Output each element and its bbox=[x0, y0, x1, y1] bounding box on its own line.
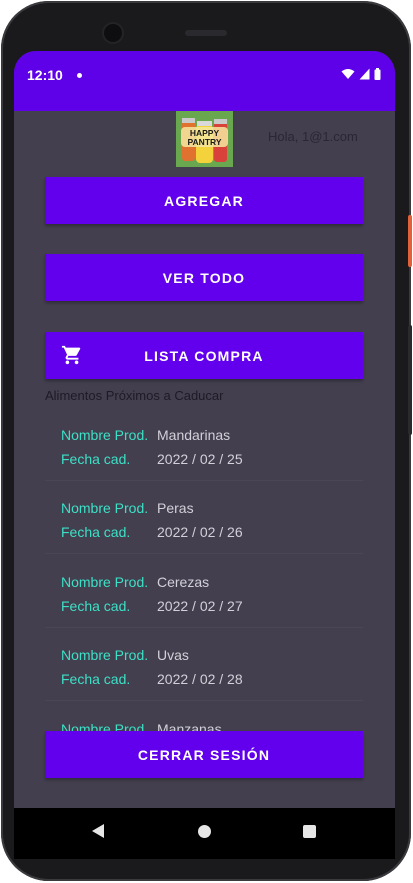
list-item[interactable]: Nombre Prod. Manzanas bbox=[45, 705, 363, 731]
app-logo: HAPPY PANTRY bbox=[176, 111, 233, 167]
item-date-label: Fecha cad. bbox=[61, 524, 131, 540]
item-name-label: Nombre Prod. bbox=[61, 427, 149, 443]
add-button-label: AGREGAR bbox=[164, 192, 244, 209]
item-date-label: Fecha cad. bbox=[61, 671, 131, 687]
item-date: 2022 / 02 / 26 bbox=[157, 524, 243, 540]
item-divider bbox=[45, 700, 363, 701]
pantry-jars-icon: HAPPY PANTRY bbox=[176, 111, 233, 167]
item-name-label: Nombre Prod. bbox=[61, 500, 149, 516]
list-item[interactable]: Nombre Prod. Uvas Fecha cad. 2022 / 02 / 2… bbox=[45, 631, 363, 701]
power-button bbox=[408, 215, 412, 267]
notification-dot-icon bbox=[77, 73, 82, 78]
item-divider bbox=[45, 553, 363, 554]
cart-icon bbox=[61, 345, 81, 365]
item-date-label: Fecha cad. bbox=[61, 451, 131, 467]
battery-icon bbox=[374, 68, 381, 80]
volume-button bbox=[408, 325, 412, 435]
list-item[interactable]: Nombre Prod. Mandarinas Fecha cad. 2022 / … bbox=[45, 411, 363, 481]
logout-button-label: CERRAR SESIÓN bbox=[137, 746, 271, 763]
expiring-items-list[interactable]: Nombre Prod. Mandarinas Fecha cad. 2022 / … bbox=[45, 411, 363, 731]
svg-text:PANTRY: PANTRY bbox=[188, 137, 222, 147]
item-divider bbox=[45, 480, 363, 481]
item-name-label: Nombre Prod. bbox=[61, 721, 149, 731]
item-name: Mandarinas bbox=[157, 427, 231, 443]
item-name: Manzanas bbox=[157, 721, 222, 731]
greeting-text: Hola, 1@1.com bbox=[268, 129, 358, 144]
section-title: Alimentos Próximos a Caducar bbox=[45, 388, 224, 403]
item-date-label: Fecha cad. bbox=[61, 598, 131, 614]
add-button[interactable]: AGREGAR bbox=[45, 177, 363, 224]
navigation-bar bbox=[14, 808, 395, 859]
list-item[interactable]: Nombre Prod. Cerezas Fecha cad. 2022 / 02 … bbox=[45, 558, 363, 628]
item-date: 2022 / 02 / 28 bbox=[157, 671, 243, 687]
status-time: 12:10 bbox=[27, 67, 63, 83]
list-item[interactable]: Nombre Prod. Peras Fecha cad. 2022 / 02 / … bbox=[45, 484, 363, 554]
shopping-list-button-label: LISTA COMPRA bbox=[144, 347, 264, 364]
item-date: 2022 / 02 / 25 bbox=[157, 451, 243, 467]
recents-icon[interactable] bbox=[303, 825, 316, 838]
camera-icon bbox=[104, 24, 122, 42]
status-icons bbox=[341, 68, 381, 80]
app-screen: 12:10 HAPPY PANTRY Hola, 1@1.com AGREGAR… bbox=[14, 51, 395, 859]
view-all-button[interactable]: VER TODO bbox=[45, 254, 363, 301]
speaker-grille bbox=[185, 30, 227, 36]
status-bar: 12:10 bbox=[14, 51, 395, 111]
item-date: 2022 / 02 / 27 bbox=[157, 598, 243, 614]
item-name: Peras bbox=[157, 500, 194, 516]
back-icon[interactable] bbox=[91, 823, 105, 839]
wifi-icon bbox=[341, 69, 355, 79]
logout-button[interactable]: CERRAR SESIÓN bbox=[45, 731, 363, 778]
signal-icon bbox=[359, 68, 370, 80]
item-name-label: Nombre Prod. bbox=[61, 574, 149, 590]
shopping-list-button[interactable]: LISTA COMPRA bbox=[45, 332, 363, 379]
item-name-label: Nombre Prod. bbox=[61, 647, 149, 663]
item-divider bbox=[45, 627, 363, 628]
home-icon[interactable] bbox=[198, 825, 211, 838]
view-all-button-label: VER TODO bbox=[162, 269, 246, 286]
item-name: Uvas bbox=[157, 647, 189, 663]
item-name: Cerezas bbox=[157, 574, 210, 590]
